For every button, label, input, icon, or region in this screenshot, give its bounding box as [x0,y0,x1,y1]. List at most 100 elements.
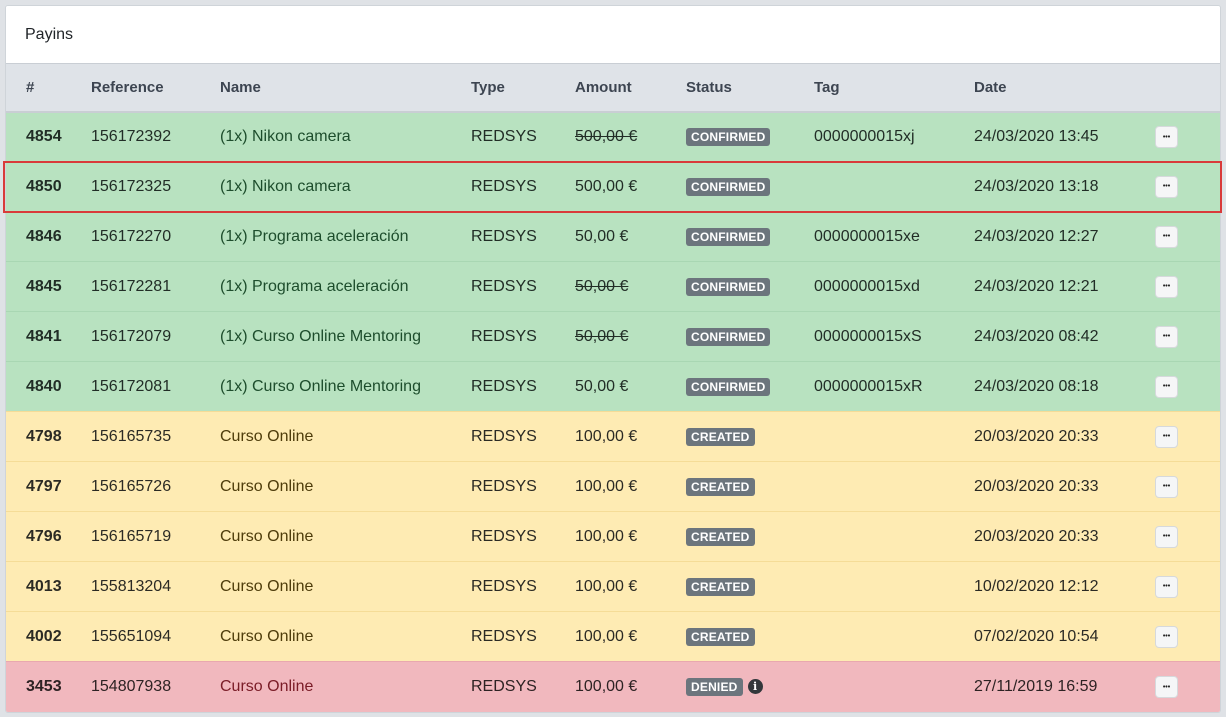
row-tag [814,511,974,562]
row-name: (1x) Curso Online Mentoring [220,361,471,412]
row-date-text: 24/03/2020 13:45 [974,127,1099,145]
row-actions-button[interactable]: ••• [1155,126,1178,148]
status-badge: CONFIRMED [686,327,771,346]
row-name: (1x) Curso Online Mentoring [220,311,471,362]
row-name-text: Curso Online [220,427,314,445]
more-horizontal-icon: ••• [1162,633,1171,641]
row-type: REDSYS [471,211,575,262]
row-tag [814,161,974,212]
table-row[interactable]: 4845 156172281 (1x) Programa aceleración RE… [6,261,1220,312]
column-header-date[interactable]: Date [974,63,1155,113]
row-name-text: (1x) Curso Online Mentoring [220,327,421,345]
table-body: 4854 156172392 (1x) Nikon camera REDSYS 500,… [6,111,1220,712]
column-header-status[interactable]: Status [686,63,814,113]
more-horizontal-icon: ••• [1162,283,1171,291]
row-name-text: (1x) Programa aceleración [220,277,409,295]
row-id: 4013 [6,561,91,612]
row-date-text: 20/03/2020 20:33 [974,527,1099,545]
row-type-text: REDSYS [471,227,537,245]
column-header-tag[interactable]: Tag [814,63,974,113]
row-tag-text: 0000000015xR [814,377,923,395]
row-date-text: 20/03/2020 20:33 [974,477,1099,495]
row-id: 4841 [6,311,91,362]
table-row[interactable]: 4854 156172392 (1x) Nikon camera REDSYS 500,… [6,111,1220,162]
table-row[interactable]: 4850 156172325 (1x) Nikon camera REDSYS 500,… [6,161,1220,212]
column-header-id[interactable]: # [6,63,91,113]
row-tag [814,411,974,462]
row-actions-button[interactable]: ••• [1155,375,1178,398]
row-name-text: (1x) Programa aceleración [220,227,409,245]
status-badge: CREATED [686,477,755,496]
row-reference: 155651094 [91,611,220,662]
row-name-text: Curso Online [220,527,314,545]
row-actions-button[interactable]: ••• [1155,325,1178,348]
row-id-text: 3453 [26,677,62,695]
table-row[interactable]: 4846 156172270 (1x) Programa aceleración RE… [6,211,1220,262]
row-reference-text: 156172270 [91,227,172,245]
row-reference-text: 156165719 [91,527,172,545]
row-date: 24/03/2020 08:18 [974,361,1155,412]
table-row[interactable]: 4013 155813204 Curso Online REDSYS 100,00 € C… [6,561,1220,612]
table-row[interactable]: 4796 156165719 Curso Online REDSYS 100,00 € C… [6,511,1220,562]
status-badge: CREATED [686,577,755,596]
column-header-reference[interactable]: Reference [91,63,220,113]
row-date: 24/03/2020 12:21 [974,261,1155,312]
row-id-text: 4002 [26,627,62,645]
more-horizontal-icon: ••• [1162,583,1171,591]
row-actions-cell: ••• [1155,611,1220,662]
row-actions-button[interactable]: ••• [1155,225,1178,248]
row-actions-button[interactable]: ••• [1155,425,1178,448]
row-id-text: 4013 [26,577,62,595]
column-header-type[interactable]: Type [471,63,575,113]
row-date: 24/03/2020 12:27 [974,211,1155,262]
row-date-text: 20/03/2020 20:33 [974,427,1099,445]
row-type-text: REDSYS [471,127,537,145]
row-date-text: 24/03/2020 12:21 [974,277,1099,295]
info-icon[interactable]: i [747,678,763,694]
row-status-cell: DENIED i [686,661,814,712]
row-status-cell: CREATED [686,511,814,562]
row-actions-cell: ••• [1155,361,1220,412]
row-amount: 100,00 € [575,411,686,462]
row-reference: 156165726 [91,461,220,512]
row-reference-text: 156172081 [91,377,172,395]
row-tag [814,461,974,512]
row-actions-button[interactable]: ••• [1155,525,1178,548]
row-id: 4845 [6,261,91,312]
table-row[interactable]: 4841 156172079 (1x) Curso Online Mentoring… [6,311,1220,362]
row-tag [814,561,974,612]
row-name: (1x) Nikon camera [220,111,471,162]
row-tag-text: 0000000015xe [814,227,920,245]
status-badge: CONFIRMED [686,177,771,196]
row-actions-button[interactable]: ••• [1155,676,1178,698]
table-row[interactable]: 3453 154807938 Curso Online REDSYS 100,00 € D… [6,661,1220,712]
row-name: Curso Online [220,411,471,462]
column-header-name[interactable]: Name [220,63,471,113]
table-row[interactable]: 4797 156165726 Curso Online REDSYS 100,00 € C… [6,461,1220,512]
row-status-cell: CONFIRMED [686,261,814,312]
column-header-amount[interactable]: Amount [575,63,686,113]
row-id: 4846 [6,211,91,262]
row-amount-text: 100,00 € [575,427,638,445]
row-actions-button[interactable]: ••• [1155,275,1178,298]
table-row[interactable]: 4840 156172081 (1x) Curso Online Mentoring… [6,361,1220,412]
column-header-actions [1155,63,1220,113]
row-actions-button[interactable]: ••• [1155,575,1178,598]
row-actions-button[interactable]: ••• [1155,175,1178,198]
row-name-text: Curso Online [220,577,314,595]
row-actions-button[interactable]: ••• [1155,625,1178,648]
table-row[interactable]: 4002 155651094 Curso Online REDSYS 100,00 € C… [6,611,1220,662]
row-amount: 50,00 € [575,261,686,312]
status-badge: CREATED [686,427,755,446]
table-row[interactable]: 4798 156165735 Curso Online REDSYS 100,00 € C… [6,411,1220,462]
row-actions-button[interactable]: ••• [1155,475,1178,498]
row-tag-text: 0000000015xd [814,277,920,295]
row-amount-text: 50,00 € [575,377,629,395]
row-type: REDSYS [471,261,575,312]
row-date-text: 24/03/2020 13:18 [974,177,1099,195]
row-tag: 0000000015xR [814,361,974,412]
row-amount: 50,00 € [575,361,686,412]
row-reference: 155813204 [91,561,220,612]
row-amount-text: 100,00 € [575,527,638,545]
row-id-text: 4846 [26,227,62,245]
